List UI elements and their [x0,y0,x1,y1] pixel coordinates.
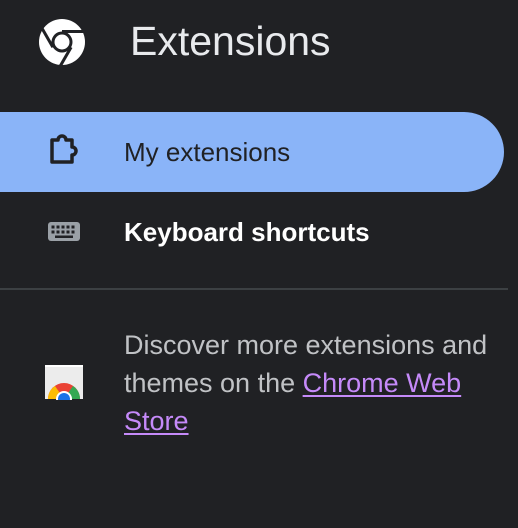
sidebar-item-my-extensions[interactable]: My extensions [0,112,504,192]
store-promo-text: Discover more extensions and themes on t… [124,326,496,440]
sidebar-item-keyboard-shortcuts[interactable]: Keyboard shortcuts [0,192,504,272]
puzzle-piece-icon [50,134,78,164]
divider [0,288,508,290]
chrome-logo-icon [39,19,85,66]
keyboard-icon [48,222,80,241]
sidebar-item-label: Keyboard shortcuts [124,217,370,247]
sidebar-item-label: My extensions [124,137,291,167]
chrome-web-store-icon [45,365,83,400]
header: Extensions [0,0,518,84]
page-title: Extensions [130,18,331,64]
